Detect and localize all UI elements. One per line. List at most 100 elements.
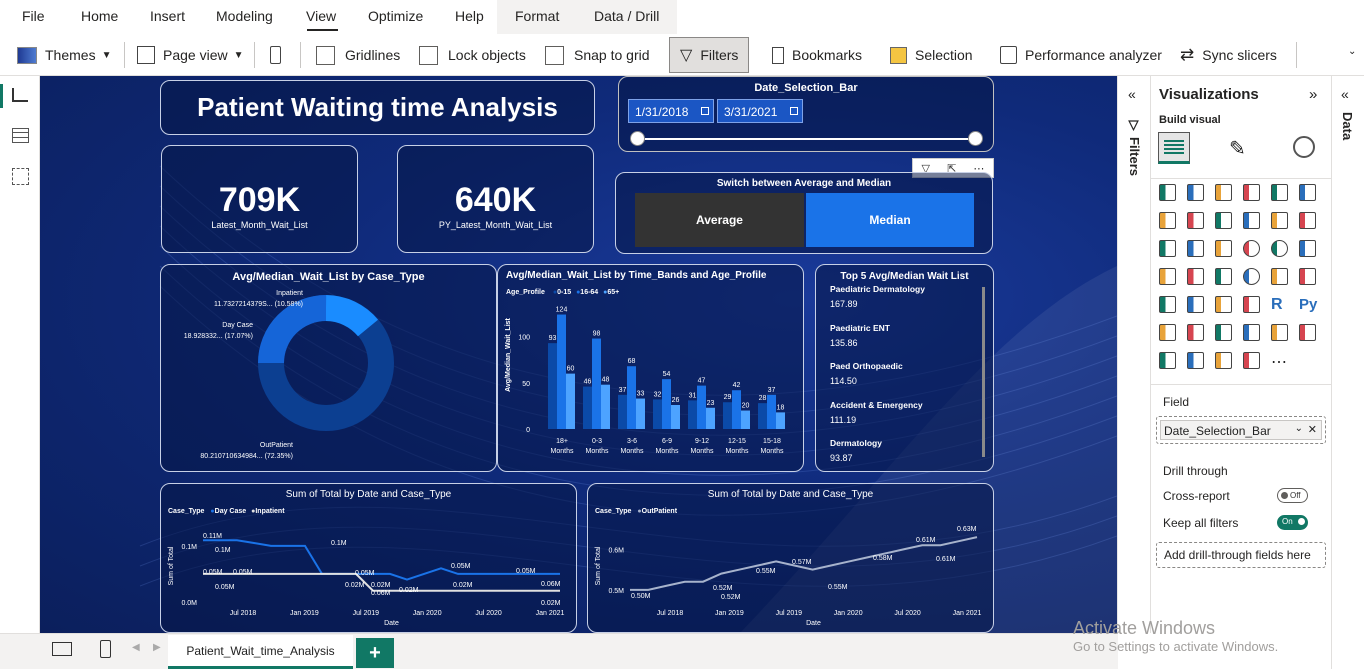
bar[interactable] [627, 366, 636, 429]
ribbon-visual-icon[interactable] [1299, 212, 1316, 229]
bar[interactable] [583, 386, 592, 429]
menu-insert[interactable]: Insert [150, 8, 185, 24]
filled-map-visual-icon[interactable] [1187, 268, 1204, 285]
gridlines-checkbox[interactable]: Gridlines [316, 42, 400, 68]
model-view-icon[interactable] [12, 168, 29, 185]
mobile-layout-icon[interactable] [100, 640, 111, 658]
line-chart-card-2[interactable]: Sum of Total by Date and Case_Type Case_… [587, 483, 994, 633]
bar[interactable] [723, 402, 732, 429]
stacked-bar-visual-icon[interactable] [1159, 184, 1176, 201]
chevron-down-icon[interactable]: ⌄ [1348, 46, 1356, 57]
start-date-input[interactable]: 1/31/2018 [628, 99, 714, 123]
stacked-column-visual-icon[interactable] [1187, 184, 1204, 201]
top5-item[interactable]: Dermatology 93.87 [830, 438, 980, 477]
build-visual-icon[interactable] [1158, 132, 1190, 164]
desktop-layout-icon[interactable] [52, 642, 72, 656]
bar[interactable] [618, 394, 627, 429]
menu-home[interactable]: Home [81, 8, 118, 24]
bar[interactable] [592, 338, 601, 429]
donut-card[interactable]: Avg/Median_Wait_List by Case_Type Inpati… [160, 264, 497, 472]
100-column-visual-icon[interactable] [1299, 184, 1316, 201]
scatter-visual-icon[interactable] [1215, 240, 1232, 257]
top5-item[interactable]: Paed Orthopaedic 114.50 [830, 361, 980, 400]
menu-format[interactable]: Format [515, 8, 559, 24]
median-button[interactable]: Median [806, 193, 974, 247]
lock-objects-checkbox[interactable]: Lock objects [419, 42, 526, 68]
bar[interactable] [662, 379, 671, 429]
mobile-layout-button[interactable] [270, 42, 281, 68]
average-button[interactable]: Average [635, 193, 804, 247]
date-slicer[interactable]: Date_Selection_Bar 1/31/2018 3/31/2021 [618, 76, 994, 152]
snap-to-grid-checkbox[interactable]: Snap to grid [545, 42, 650, 68]
bar[interactable] [636, 398, 645, 429]
decomposition-tree-visual-icon[interactable] [1187, 324, 1204, 341]
bar[interactable] [601, 384, 610, 429]
bar[interactable] [557, 314, 566, 429]
bookmarks-button[interactable]: Bookmarks [772, 42, 862, 68]
filters-pane-collapsed[interactable]: « ▽ Filters [1118, 76, 1151, 633]
top5-card[interactable]: Top 5 Avg/Median Wait List Paediatric De… [815, 264, 994, 472]
bar[interactable] [671, 405, 680, 429]
qa-visual-icon[interactable] [1215, 324, 1232, 341]
bar[interactable] [688, 400, 697, 429]
top5-item[interactable]: Paediatric Dermatology 167.89 [830, 284, 980, 323]
chevron-visual-icon[interactable] [1243, 352, 1260, 369]
performance-analyzer-button[interactable]: Performance analyzer [1000, 42, 1162, 68]
field-well[interactable]: Date_Selection_Bar ⌄ ✕ [1156, 416, 1326, 444]
gauge-visual-icon[interactable] [1243, 268, 1260, 285]
pie-visual-icon[interactable] [1243, 240, 1260, 257]
trophy-visual-icon[interactable] [1299, 324, 1316, 341]
calendar-icon[interactable] [701, 107, 709, 115]
prev-page-icon[interactable]: ◀ [132, 642, 140, 653]
key-influencers-visual-icon[interactable] [1159, 324, 1176, 341]
bar[interactable] [706, 407, 715, 429]
clustered-bar-visual-icon[interactable] [1215, 184, 1232, 201]
expand-chevron-icon[interactable]: « [1341, 86, 1349, 102]
power-automate-visual-icon[interactable] [1187, 352, 1204, 369]
slicer-visual-icon[interactable] [1187, 296, 1204, 313]
menu-modeling[interactable]: Modeling [216, 8, 273, 24]
report-view-icon[interactable] [12, 88, 28, 102]
field-chip[interactable]: Date_Selection_Bar ⌄ ✕ [1160, 420, 1322, 440]
bar[interactable] [758, 403, 767, 429]
line-chart-card-1[interactable]: Sum of Total by Date and Case_Type Case_… [160, 483, 577, 633]
waterfall-visual-icon[interactable] [1159, 240, 1176, 257]
sync-slicers-button[interactable]: ⇄ Sync slicers [1180, 42, 1277, 68]
table-view-icon[interactable] [12, 128, 29, 143]
collapse-chevron-icon[interactable]: » [1309, 86, 1317, 103]
slider-end-handle[interactable] [968, 131, 983, 146]
bar[interactable] [741, 410, 750, 429]
title-card[interactable]: Patient Waiting time Analysis [160, 80, 595, 135]
100-bar-visual-icon[interactable] [1271, 184, 1288, 201]
menu-optimize[interactable]: Optimize [368, 8, 423, 24]
format-visual-icon[interactable]: ✎ [1229, 136, 1246, 161]
drill-through-well[interactable]: Add drill-through fields here [1156, 542, 1326, 568]
card-visual-icon[interactable] [1271, 268, 1288, 285]
treemap-visual-icon[interactable] [1299, 240, 1316, 257]
donut-slice-inpatient[interactable] [325, 295, 379, 337]
bar[interactable] [697, 385, 706, 429]
chevron-down-icon[interactable]: ⌄ [1295, 423, 1303, 434]
slider-start-handle[interactable] [630, 131, 645, 146]
bar[interactable] [776, 412, 785, 429]
cross-report-toggle[interactable]: Off [1277, 488, 1308, 503]
r-visual-visual-icon[interactable]: R [1271, 296, 1291, 316]
kpi-card-latest-month[interactable]: 709K Latest_Month_Wait_List [161, 145, 358, 253]
line-clustered-visual-icon[interactable] [1271, 212, 1288, 229]
bar[interactable] [732, 390, 741, 429]
line-column-visual-icon[interactable] [1243, 212, 1260, 229]
bar[interactable] [653, 399, 662, 429]
matrix-visual-icon[interactable] [1243, 296, 1260, 313]
area-visual-icon[interactable] [1187, 212, 1204, 229]
power-apps-visual-icon[interactable] [1159, 352, 1176, 369]
selection-button[interactable]: Selection [890, 42, 973, 68]
menu-data-drill[interactable]: Data / Drill [594, 8, 659, 24]
bar[interactable] [767, 394, 776, 429]
themes-button[interactable]: Themes ▼ [17, 42, 111, 68]
calendar-icon[interactable] [790, 107, 798, 115]
bar[interactable] [548, 343, 557, 429]
keep-all-filters-toggle[interactable]: On [1277, 515, 1308, 530]
close-icon[interactable]: ✕ [1308, 423, 1317, 436]
expand-chevron-icon[interactable]: « [1128, 86, 1136, 102]
filters-toggle-button[interactable]: ▽ Filters [669, 37, 750, 73]
